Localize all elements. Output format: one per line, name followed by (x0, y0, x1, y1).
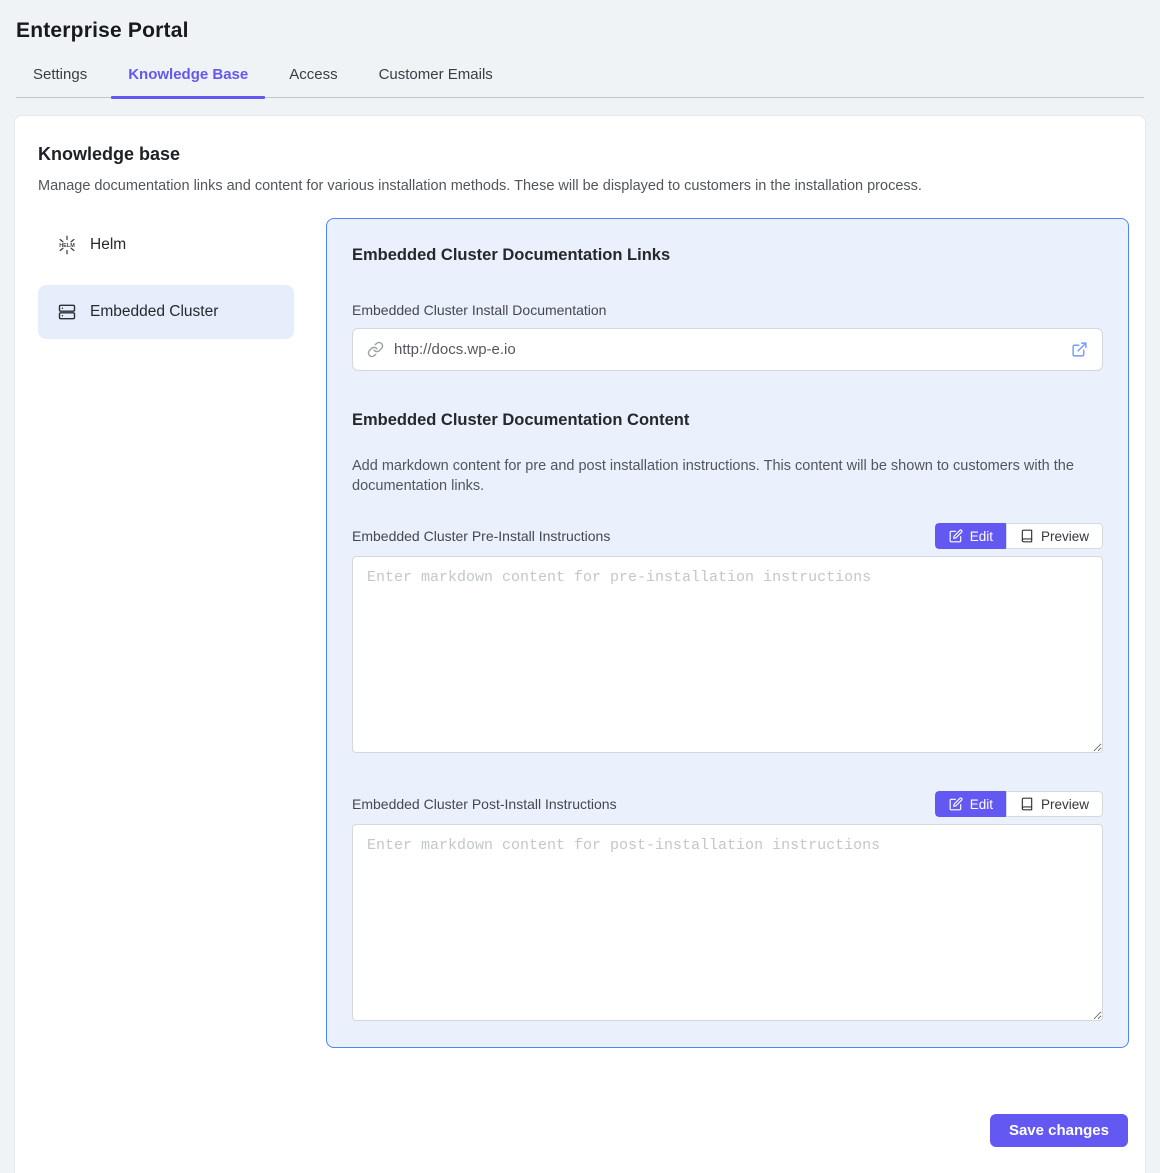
save-changes-button[interactable]: Save changes (990, 1114, 1128, 1147)
embedded-cluster-panel: Embedded Cluster Documentation Links Emb… (326, 218, 1129, 1048)
content-section-description: Add markdown content for pre and post in… (352, 456, 1102, 496)
svg-text:HELM: HELM (59, 243, 75, 249)
pre-install-preview-button[interactable]: Preview (1006, 523, 1103, 549)
pre-install-markdown-textarea[interactable] (352, 556, 1103, 753)
pre-install-mode-toggle: Edit Preview (935, 523, 1103, 549)
section-description: Manage documentation links and content f… (38, 178, 1129, 194)
sidebar-item-label: Helm (90, 236, 126, 254)
preview-button-label: Preview (1041, 529, 1089, 544)
edit-icon (949, 529, 963, 543)
tab-bar: Settings Knowledge Base Access Customer … (16, 66, 1144, 98)
external-link-icon[interactable] (1071, 341, 1088, 358)
knowledge-base-card: Knowledge base Manage documentation link… (14, 115, 1146, 1173)
pre-install-label: Embedded Cluster Pre-Install Instruction… (352, 528, 610, 544)
post-install-preview-button[interactable]: Preview (1006, 791, 1103, 817)
pre-install-edit-button[interactable]: Edit (935, 523, 1006, 549)
tab-access[interactable]: Access (272, 66, 354, 97)
edit-button-label: Edit (970, 797, 993, 812)
post-install-label: Embedded Cluster Post-Install Instructio… (352, 796, 617, 812)
preview-button-label: Preview (1041, 797, 1089, 812)
helm-icon: HELM (56, 234, 78, 256)
post-install-edit-button[interactable]: Edit (935, 791, 1006, 817)
sidebar-item-embedded-cluster[interactable]: Embedded Cluster (38, 285, 294, 339)
edit-icon (949, 797, 963, 811)
tab-settings[interactable]: Settings (16, 66, 104, 97)
install-doc-label: Embedded Cluster Install Documentation (352, 302, 1103, 318)
book-icon (1020, 529, 1034, 543)
sidebar-item-label: Embedded Cluster (90, 303, 218, 321)
app-header: Enterprise Portal Settings Knowledge Bas… (0, 0, 1160, 98)
links-section-title: Embedded Cluster Documentation Links (352, 246, 1103, 265)
post-install-markdown-textarea[interactable] (352, 824, 1103, 1021)
server-stack-icon (56, 301, 78, 323)
install-doc-url-input[interactable] (394, 341, 1071, 358)
tab-knowledge-base[interactable]: Knowledge Base (111, 66, 265, 97)
sidebar-item-helm[interactable]: HELM Helm (38, 218, 294, 272)
install-doc-input-wrap (352, 328, 1103, 371)
section-title: Knowledge base (38, 144, 1129, 165)
post-install-mode-toggle: Edit Preview (935, 791, 1103, 817)
tab-customer-emails[interactable]: Customer Emails (362, 66, 510, 97)
install-method-sidebar: HELM Helm Embedded Cluster (38, 218, 294, 352)
page-title: Enterprise Portal (16, 19, 1144, 43)
book-icon (1020, 797, 1034, 811)
link-icon (367, 341, 384, 358)
edit-button-label: Edit (970, 529, 993, 544)
content-section-title: Embedded Cluster Documentation Content (352, 411, 1103, 430)
